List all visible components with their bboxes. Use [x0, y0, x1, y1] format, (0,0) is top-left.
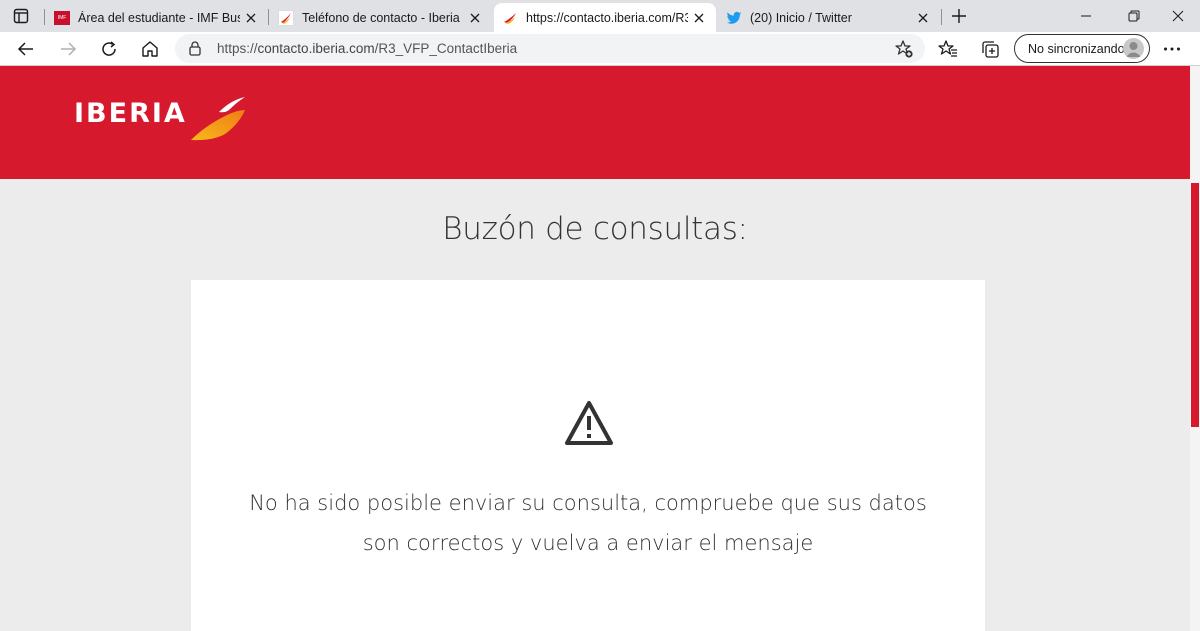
twitter-favicon-icon — [726, 10, 742, 26]
collections-icon — [982, 41, 999, 58]
iberia-wing-icon — [190, 97, 245, 141]
profile-sync-button[interactable]: No sincronizando — [1014, 34, 1150, 63]
tab-twitter[interactable]: (20) Inicio / Twitter — [718, 3, 940, 32]
tab-actions-icon — [13, 8, 29, 24]
tab-separator — [44, 9, 45, 25]
close-icon — [246, 13, 256, 22]
tab-imf[interactable]: IMF Área del estudiante - IMF Busine — [46, 3, 268, 32]
url-host: contacto.iberia.com — [257, 41, 375, 56]
more-horizontal-icon — [1164, 47, 1180, 51]
home-icon — [142, 41, 158, 57]
arrow-right-icon — [61, 42, 77, 56]
favorites-button[interactable] — [934, 35, 962, 63]
tab-close-button[interactable] — [688, 7, 710, 29]
iberia-favicon-icon — [502, 10, 518, 26]
new-tab-button[interactable] — [946, 4, 972, 28]
minimize-icon — [1081, 15, 1091, 17]
tab-close-button[interactable] — [912, 7, 934, 29]
tab-close-button[interactable] — [464, 7, 486, 29]
page-title: Buzón de consultas: — [442, 211, 748, 247]
close-window-button[interactable] — [1158, 4, 1198, 28]
lock-icon[interactable] — [187, 40, 203, 57]
warning-icon — [565, 401, 613, 445]
tab-title: Área del estudiante - IMF Busine — [78, 10, 240, 25]
site-header: IBERIA — [0, 66, 1190, 179]
page-content: IBERIA Buzón de consultas: No ha sido po… — [0, 66, 1190, 631]
logo-text: IBERIA — [74, 98, 187, 129]
tab-title: https://contacto.iberia.com/R3_V — [526, 10, 688, 25]
imf-favicon-icon: IMF — [54, 10, 70, 26]
url-scheme: https:// — [217, 41, 258, 56]
star-add-icon — [895, 40, 913, 58]
url-path: /R3_VFP_ContactIberia — [374, 41, 518, 56]
refresh-button[interactable] — [95, 35, 123, 63]
restore-button[interactable] — [1114, 4, 1154, 28]
close-icon — [694, 13, 704, 22]
refresh-icon — [102, 41, 116, 56]
address-bar[interactable]: https://contacto.iberia.com/R3_VFP_Conta… — [175, 34, 925, 63]
home-button[interactable] — [136, 35, 164, 63]
message-card: No ha sido posible enviar su consulta, c… — [191, 280, 985, 631]
tab-iberia-contacto[interactable]: https://contacto.iberia.com/R3_V — [494, 3, 716, 32]
address-text[interactable]: https://contacto.iberia.com/R3_VFP_Conta… — [217, 41, 517, 56]
favorites-list-icon — [938, 40, 957, 57]
tab-title: Teléfono de contacto - Iberia — [302, 10, 460, 25]
tab-close-button[interactable] — [240, 7, 262, 29]
forward-button[interactable] — [54, 35, 82, 63]
iberia-favicon-icon — [278, 9, 294, 26]
scrollbar-thumb[interactable] — [1191, 183, 1199, 427]
iberia-logo[interactable]: IBERIA — [74, 96, 247, 142]
back-button[interactable] — [12, 35, 40, 63]
add-favorite-button[interactable] — [893, 38, 915, 60]
avatar-icon — [1123, 38, 1144, 59]
close-icon — [1172, 10, 1184, 22]
error-message: No ha sido posible enviar su consulta, c… — [249, 491, 927, 555]
settings-menu-button[interactable] — [1158, 35, 1186, 63]
sync-label: No sincronizando — [1028, 41, 1125, 56]
minimize-button[interactable] — [1066, 4, 1106, 28]
tab-separator — [268, 9, 269, 25]
plus-icon — [952, 9, 966, 23]
tab-actions-button[interactable] — [6, 3, 36, 29]
tab-separator — [941, 9, 942, 25]
restore-icon — [1128, 10, 1140, 22]
close-icon — [918, 13, 928, 22]
tab-title: (20) Inicio / Twitter — [750, 10, 852, 25]
close-icon — [470, 13, 480, 22]
arrow-left-icon — [17, 42, 33, 56]
tab-strip: IMF Área del estudiante - IMF Busine Tel… — [0, 0, 1200, 32]
browser-toolbar: https://contacto.iberia.com/R3_VFP_Conta… — [0, 32, 1200, 66]
imf-badge: IMF — [54, 10, 70, 25]
collections-button[interactable] — [976, 35, 1004, 63]
tab-iberia-telefono[interactable]: Teléfono de contacto - Iberia — [270, 3, 492, 32]
